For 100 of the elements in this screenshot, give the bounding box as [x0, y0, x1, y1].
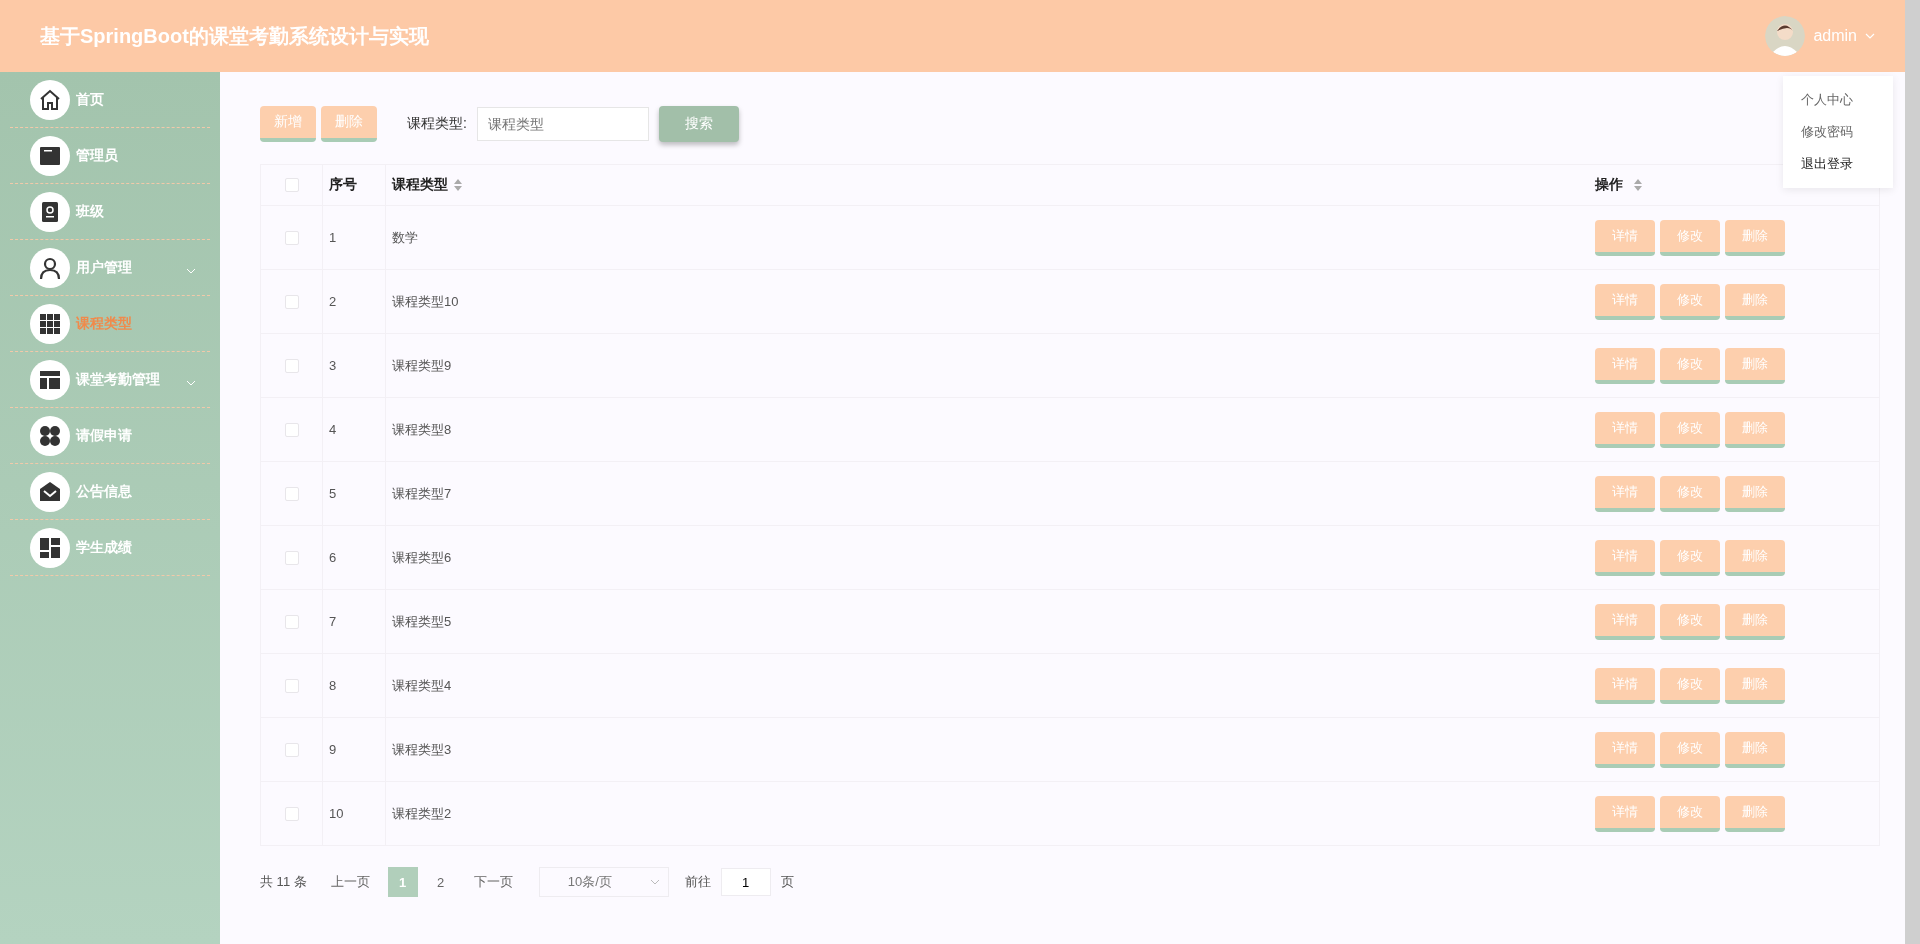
sidebar-item[interactable]: 请假申请	[10, 408, 210, 464]
menu-item[interactable]: 个人中心	[1783, 84, 1893, 116]
table-cell: 9	[329, 742, 337, 757]
table-cell: 6	[329, 550, 337, 565]
row-action-button[interactable]: 修改	[1660, 667, 1720, 704]
chevron-down-icon	[649, 879, 660, 885]
page-number[interactable]: 1	[387, 867, 418, 897]
page-size-select[interactable]: 10条/页	[538, 867, 669, 897]
sidebar-item[interactable]: 公告信息	[10, 464, 210, 520]
sidebar-item[interactable]: 用户管理	[10, 240, 210, 296]
prev-page-button[interactable]: 上一页	[324, 872, 376, 892]
row-action-button[interactable]: 删除	[1725, 411, 1785, 448]
row-action-button[interactable]: 删除	[1725, 219, 1785, 256]
clover-icon	[38, 423, 62, 448]
row-action-button[interactable]: 删除	[1725, 667, 1785, 704]
column-header: 序号	[329, 176, 357, 194]
checkbox[interactable]	[284, 550, 299, 565]
sidebar-item[interactable]: 班级	[10, 184, 210, 240]
sort-icon[interactable]	[1634, 179, 1642, 191]
menu-item[interactable]: 修改密码	[1783, 116, 1893, 148]
row-action-button[interactable]: 修改	[1660, 795, 1720, 832]
row-action-button[interactable]: 修改	[1660, 603, 1720, 640]
table-cell: 课程类型7	[392, 484, 452, 503]
sidebar-item[interactable]: 学生成绩	[10, 520, 210, 576]
page-number[interactable]: 2	[425, 867, 456, 897]
row-action-button[interactable]: 详情	[1595, 539, 1655, 576]
row-action-button[interactable]: 修改	[1660, 411, 1720, 448]
checkbox[interactable]	[284, 422, 299, 437]
row-action-button[interactable]: 详情	[1595, 283, 1655, 320]
checkbox[interactable]	[284, 678, 299, 693]
checkbox[interactable]	[284, 294, 299, 309]
column-header: 操作	[1595, 176, 1623, 194]
table-cell: 课程类型2	[392, 804, 452, 823]
column-header: 课程类型	[392, 176, 448, 194]
row-action-button[interactable]: 修改	[1660, 539, 1720, 576]
checkbox[interactable]	[284, 358, 299, 373]
row-action-button[interactable]: 修改	[1660, 219, 1720, 256]
row-action-button[interactable]: 详情	[1595, 795, 1655, 832]
dashboard-icon	[38, 535, 62, 560]
menu-item[interactable]: 退出登录	[1783, 148, 1893, 180]
goto-label: 前往	[684, 873, 711, 891]
avatar-icon[interactable]	[1765, 16, 1806, 56]
row-action-button[interactable]: 详情	[1595, 347, 1655, 384]
row-action-button[interactable]: 删除	[1725, 539, 1785, 576]
checkbox[interactable]	[284, 178, 299, 192]
table-cell: 课程类型3	[392, 740, 452, 759]
sort-icon[interactable]	[454, 179, 462, 191]
grid-icon	[38, 311, 62, 336]
scrollbar[interactable]	[1905, 0, 1920, 944]
table-cell: 课程类型5	[392, 612, 452, 631]
table-cell: 4	[329, 422, 337, 437]
sidebar-item[interactable]: 课程类型	[10, 296, 210, 352]
checkbox[interactable]	[284, 806, 299, 821]
row-action-button[interactable]: 删除	[1725, 603, 1785, 640]
table-cell: 8	[329, 678, 337, 693]
app-title: 基于SpringBoot的课堂考勤系统设计与实现	[40, 23, 430, 49]
table-cell: 10	[329, 806, 344, 821]
row-action-button[interactable]: 详情	[1595, 475, 1655, 512]
row-action-button[interactable]: 删除	[1725, 731, 1785, 768]
checkbox[interactable]	[284, 230, 299, 245]
sidebar-item[interactable]: 管理员	[10, 128, 210, 184]
next-page-button[interactable]: 下一页	[467, 872, 519, 892]
goto-page-field[interactable]: 1	[720, 868, 771, 896]
row-action-button[interactable]: 详情	[1595, 667, 1655, 704]
checkbox[interactable]	[284, 486, 299, 501]
sidebar-item[interactable]: 首页	[10, 72, 210, 128]
user-name[interactable]: admin	[1813, 27, 1857, 45]
table-cell: 课程类型4	[392, 676, 452, 695]
row-action-button[interactable]: 删除	[1725, 283, 1785, 320]
row-action-button[interactable]: 修改	[1660, 731, 1720, 768]
search-button[interactable]: 搜索	[658, 106, 739, 142]
row-action-button[interactable]: 详情	[1595, 411, 1655, 448]
person-icon	[38, 255, 62, 280]
table-cell: 数学	[392, 228, 418, 247]
row-action-button[interactable]: 详情	[1595, 603, 1655, 640]
checkbox[interactable]	[284, 614, 299, 629]
sidebar-item[interactable]: 课堂考勤管理	[10, 352, 210, 408]
toolbar-button[interactable]: 删除	[321, 106, 377, 142]
page-suffix: 页	[780, 873, 794, 891]
total-count: 共 11 条	[260, 873, 307, 891]
table-cell: 课程类型8	[392, 420, 452, 439]
row-action-button[interactable]: 删除	[1725, 347, 1785, 384]
toolbar-button[interactable]: 新增	[260, 106, 316, 142]
table-cell: 2	[329, 294, 337, 309]
chevron-down-icon[interactable]	[1865, 33, 1875, 39]
row-action-button[interactable]: 详情	[1595, 731, 1655, 768]
row-action-button[interactable]: 删除	[1725, 475, 1785, 512]
table-cell: 1	[329, 230, 337, 245]
table-cell: 课程类型10	[392, 292, 459, 311]
row-action-button[interactable]: 删除	[1725, 795, 1785, 832]
row-action-button[interactable]: 修改	[1660, 475, 1720, 512]
checkbox[interactable]	[284, 742, 299, 757]
table-cell: 7	[329, 614, 337, 629]
filter-label: 课程类型:	[407, 115, 467, 133]
row-action-button[interactable]: 详情	[1595, 219, 1655, 256]
table-cell: 课程类型6	[392, 548, 452, 567]
home-icon	[38, 87, 62, 112]
row-action-button[interactable]: 修改	[1660, 283, 1720, 320]
row-action-button[interactable]: 修改	[1660, 347, 1720, 384]
search-field[interactable]: 课程类型	[476, 107, 649, 141]
